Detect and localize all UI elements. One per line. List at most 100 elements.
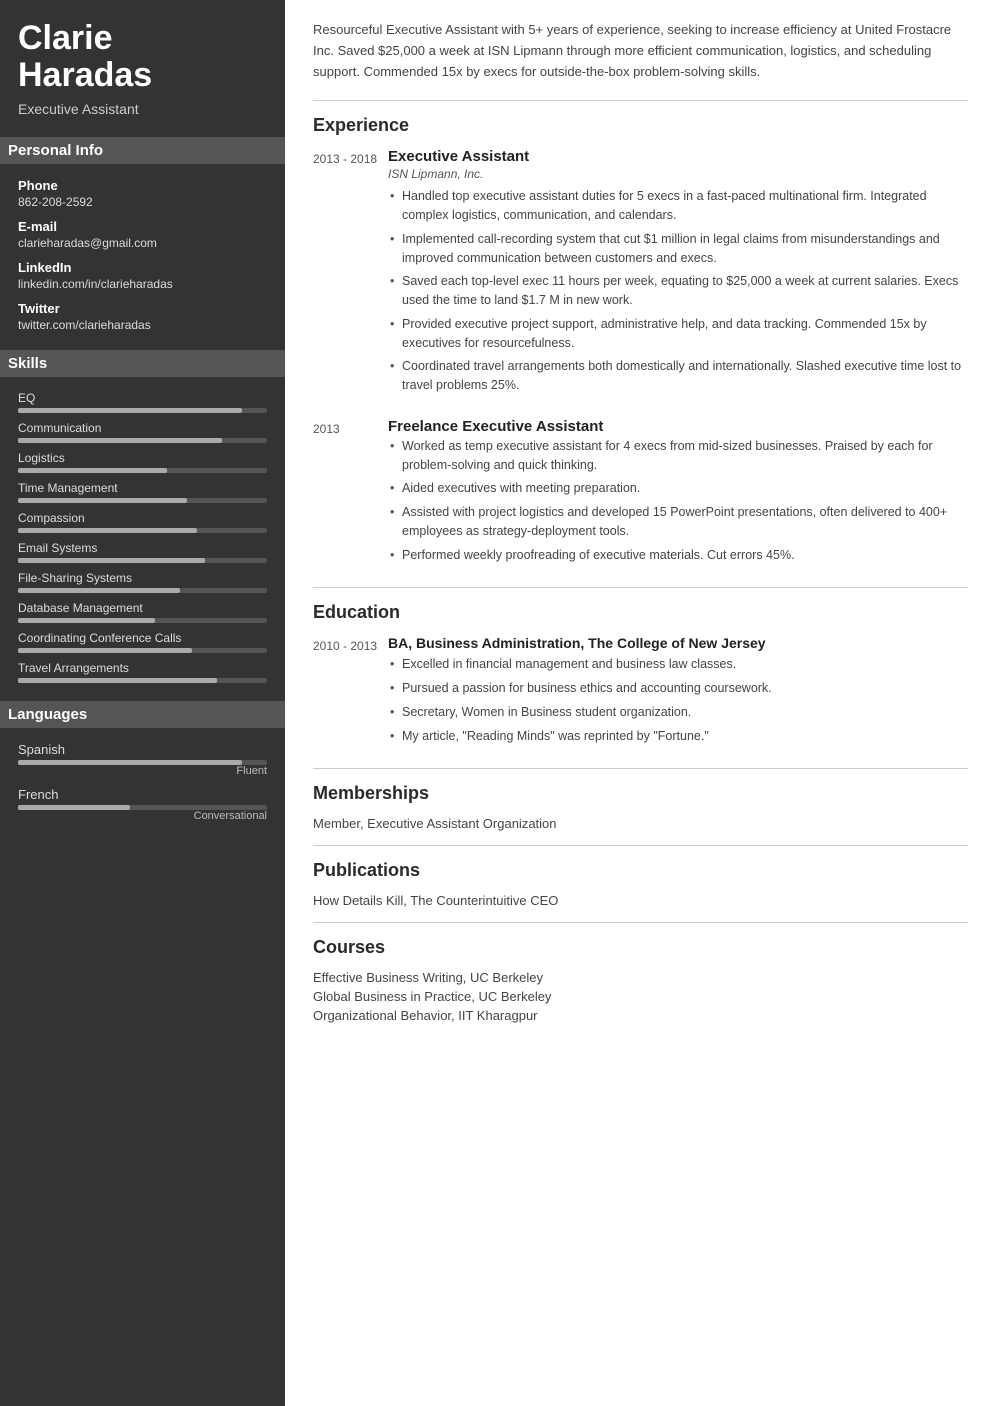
skill-bar-bg: [18, 558, 267, 563]
skill-name: Coordinating Conference Calls: [18, 631, 267, 645]
skill-name: Travel Arrangements: [18, 661, 267, 675]
skill-item: File-Sharing Systems: [18, 571, 267, 593]
exp-job-title: Executive Assistant: [388, 148, 968, 165]
exp-date: 2013 - 2018: [313, 148, 388, 400]
skill-name: Database Management: [18, 601, 267, 615]
linkedin-label: LinkedIn: [18, 260, 267, 275]
skill-item: Compassion: [18, 511, 267, 533]
skill-bar-bg: [18, 678, 267, 683]
publications-heading: Publications: [313, 860, 968, 881]
exp-bullet: Handled top executive assistant duties f…: [388, 187, 968, 225]
courses-heading: Courses: [313, 937, 968, 958]
skill-item: EQ: [18, 391, 267, 413]
skill-item: Travel Arrangements: [18, 661, 267, 683]
course-item: Effective Business Writing, UC Berkeley: [313, 970, 968, 985]
skill-bar-fill: [18, 648, 192, 653]
phone-label: Phone: [18, 178, 267, 193]
twitter-label: Twitter: [18, 301, 267, 316]
exp-bullet: Saved each top-level exec 11 hours per w…: [388, 272, 968, 310]
candidate-title: Executive Assistant: [18, 101, 267, 117]
skill-item: Time Management: [18, 481, 267, 503]
phone-value: 862-208-2592: [18, 195, 267, 209]
exp-content: Freelance Executive Assistant Worked as …: [388, 418, 968, 570]
language-level: Fluent: [18, 765, 267, 777]
skill-bar-fill: [18, 498, 187, 503]
language-item: Spanish Fluent: [18, 742, 267, 777]
email-value: clarieharadas@gmail.com: [18, 236, 267, 250]
memberships-text: Member, Executive Assistant Organization: [313, 816, 968, 831]
field-phone: Phone 862-208-2592: [18, 178, 267, 209]
divider-experience: [313, 100, 968, 101]
exp-bullet: Worked as temp executive assistant for 4…: [388, 437, 968, 475]
course-item: Organizational Behavior, IIT Kharagpur: [313, 1008, 968, 1023]
exp-company: ISN Lipmann, Inc.: [388, 167, 968, 181]
email-label: E-mail: [18, 219, 267, 234]
skill-bar-fill: [18, 558, 205, 563]
skills-heading: Skills: [0, 350, 285, 377]
course-item: Global Business in Practice, UC Berkeley: [313, 989, 968, 1004]
divider-courses: [313, 922, 968, 923]
field-linkedin: LinkedIn linkedin.com/in/clarieharadas: [18, 260, 267, 291]
skill-name: File-Sharing Systems: [18, 571, 267, 585]
skill-item: Logistics: [18, 451, 267, 473]
candidate-name: Clarie Haradas: [18, 20, 267, 95]
exp-bullet: Aided executives with meeting preparatio…: [388, 479, 968, 498]
twitter-value: twitter.com/clarieharadas: [18, 318, 267, 332]
exp-content: Executive Assistant ISN Lipmann, Inc. Ha…: [388, 148, 968, 400]
skill-name: EQ: [18, 391, 267, 405]
name-line2: Haradas: [18, 56, 152, 94]
skill-name: Logistics: [18, 451, 267, 465]
exp-bullet: Performed weekly proofreading of executi…: [388, 546, 968, 565]
edu-bullet: Pursued a passion for business ethics an…: [388, 679, 968, 698]
skill-bar-fill: [18, 678, 217, 683]
field-twitter: Twitter twitter.com/clarieharadas: [18, 301, 267, 332]
skill-name: Compassion: [18, 511, 267, 525]
skill-item: Communication: [18, 421, 267, 443]
exp-bullet: Implemented call-recording system that c…: [388, 230, 968, 268]
skill-bar-bg: [18, 618, 267, 623]
experience-row: 2013 Freelance Executive Assistant Worke…: [313, 418, 968, 570]
skill-item: Coordinating Conference Calls: [18, 631, 267, 653]
experience-list: 2013 - 2018 Executive Assistant ISN Lipm…: [313, 148, 968, 569]
skill-bar-fill: [18, 408, 242, 413]
exp-bullet: Coordinated travel arrangements both dom…: [388, 357, 968, 395]
edu-bullet: Secretary, Women in Business student org…: [388, 703, 968, 722]
experience-row: 2013 - 2018 Executive Assistant ISN Lipm…: [313, 148, 968, 400]
personal-info-heading: Personal Info: [0, 137, 285, 164]
exp-bullet: Provided executive project support, admi…: [388, 315, 968, 353]
skill-name: Time Management: [18, 481, 267, 495]
skill-item: Database Management: [18, 601, 267, 623]
skill-name: Communication: [18, 421, 267, 435]
sidebar: Clarie Haradas Executive Assistant Perso…: [0, 0, 285, 1406]
edu-date: 2010 - 2013: [313, 635, 388, 750]
exp-job-title: Freelance Executive Assistant: [388, 418, 968, 435]
language-name: French: [18, 787, 267, 802]
language-level: Conversational: [18, 810, 267, 822]
edu-bullets: Excelled in financial management and bus…: [388, 655, 968, 745]
skill-bar-bg: [18, 588, 267, 593]
linkedin-value: linkedin.com/in/clarieharadas: [18, 277, 267, 291]
education-row: 2010 - 2013 BA, Business Administration,…: [313, 635, 968, 750]
skill-bar-bg: [18, 648, 267, 653]
divider-publications: [313, 845, 968, 846]
skill-bar-bg: [18, 528, 267, 533]
skill-name: Email Systems: [18, 541, 267, 555]
name-line1: Clarie: [18, 19, 113, 57]
languages-heading: Languages: [0, 701, 285, 728]
skill-bar-fill: [18, 618, 155, 623]
edu-degree: BA, Business Administration, The College…: [388, 635, 968, 651]
skills-list: EQ Communication Logistics Time Manageme…: [18, 391, 267, 683]
skill-bar-bg: [18, 408, 267, 413]
skill-bar-fill: [18, 588, 180, 593]
exp-bullets: Handled top executive assistant duties f…: [388, 187, 968, 395]
language-name: Spanish: [18, 742, 267, 757]
courses-list: Effective Business Writing, UC Berkeley G…: [313, 970, 968, 1023]
exp-date: 2013: [313, 418, 388, 570]
skill-bar-fill: [18, 438, 222, 443]
education-list: 2010 - 2013 BA, Business Administration,…: [313, 635, 968, 750]
language-item: French Conversational: [18, 787, 267, 822]
exp-bullet: Assisted with project logistics and deve…: [388, 503, 968, 541]
skill-bar-fill: [18, 468, 167, 473]
summary-text: Resourceful Executive Assistant with 5+ …: [313, 20, 968, 82]
field-email: E-mail clarieharadas@gmail.com: [18, 219, 267, 250]
